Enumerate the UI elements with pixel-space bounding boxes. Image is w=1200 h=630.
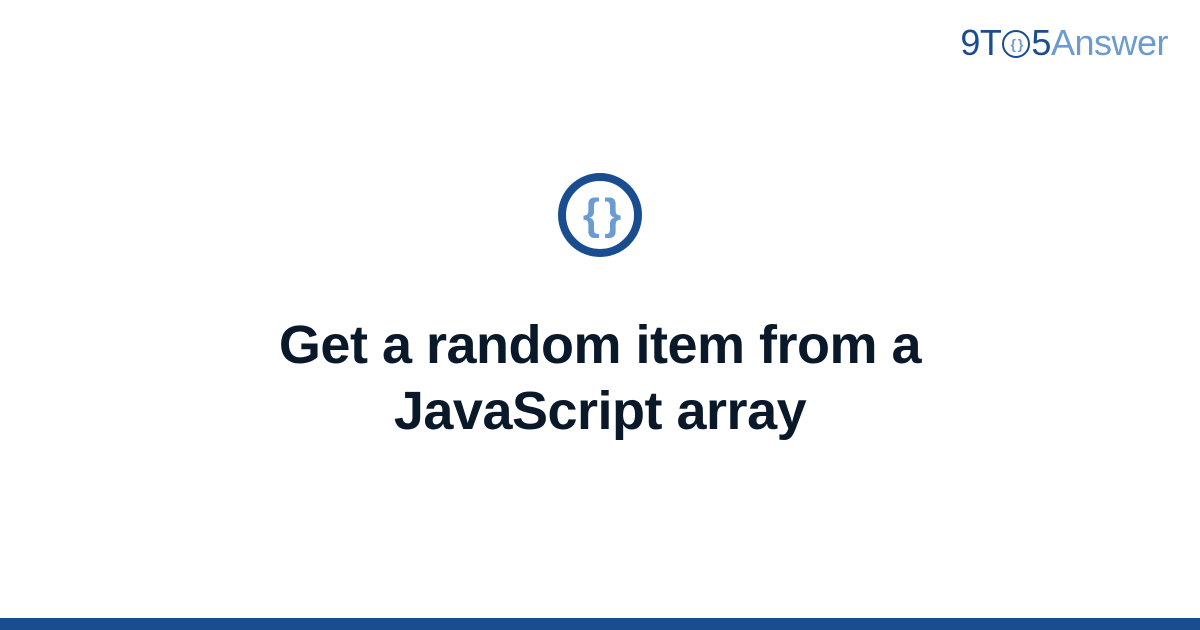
main-content: { } Get a random item from a JavaScript … xyxy=(0,0,1200,618)
code-braces-icon: { } xyxy=(558,173,642,257)
braces-glyph: { } xyxy=(583,190,617,240)
footer-accent-bar xyxy=(0,618,1200,630)
page-title: Get a random item from a JavaScript arra… xyxy=(150,313,1050,445)
